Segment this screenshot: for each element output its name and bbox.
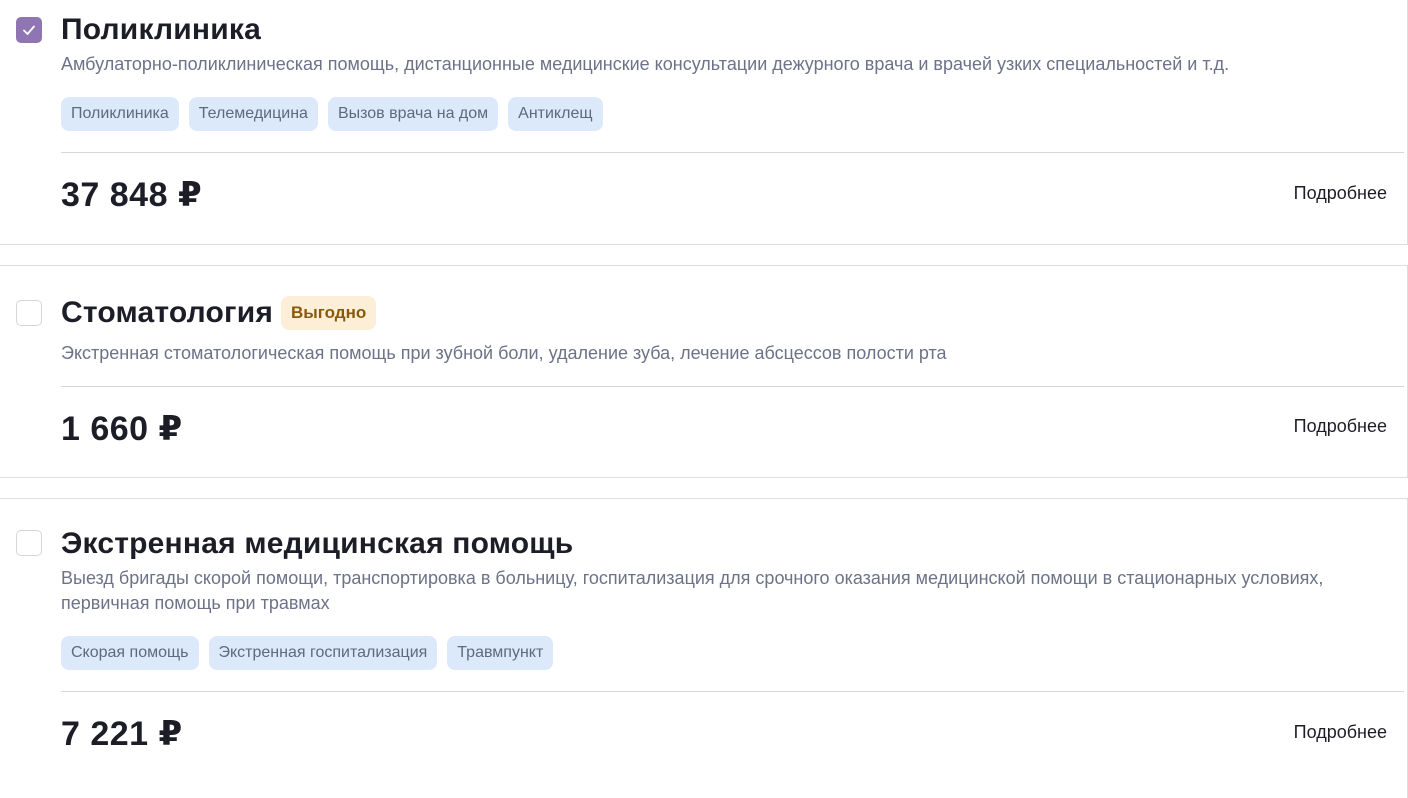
product-description: Выезд бригады скорой помощи, транспортир…: [61, 568, 1324, 613]
product-description: Экстренная стоматологическая помощь при …: [61, 343, 947, 363]
product-title: Поликлиника: [61, 13, 261, 46]
divider: [61, 152, 1404, 153]
product-card-polyclinic: Поликлиника Амбулаторно-поликлиническая …: [0, 0, 1408, 245]
more-link[interactable]: Подробнее: [1294, 181, 1387, 205]
divider: [61, 386, 1404, 387]
product-checkbox[interactable]: [16, 17, 42, 43]
tag[interactable]: Антиклещ: [508, 97, 603, 131]
product-checkbox[interactable]: [16, 300, 42, 326]
product-checkbox[interactable]: [16, 530, 42, 556]
product-title: Стоматология: [61, 296, 274, 329]
tag[interactable]: Вызов врача на дом: [327, 97, 499, 131]
tag[interactable]: Поликлиника: [61, 97, 179, 131]
product-title: Экстренная медицинская помощь: [61, 527, 574, 560]
profit-badge: Выгодно: [281, 296, 377, 330]
tag[interactable]: Скорая помощь: [61, 636, 199, 670]
product-description: Амбулаторно-поликлиническая помощь, дист…: [61, 54, 1230, 74]
product-tags: Скорая помощь Экстренная госпитализация …: [61, 636, 554, 670]
more-link[interactable]: Подробнее: [1294, 720, 1387, 744]
product-price: 1 660 ₽: [61, 410, 183, 448]
product-price: 37 848 ₽: [61, 176, 203, 214]
check-icon: [23, 25, 35, 35]
tag[interactable]: Телемедицина: [188, 97, 318, 131]
product-card-emergency: Экстренная медицинская помощь Выезд бриг…: [0, 498, 1408, 798]
divider: [61, 691, 1404, 692]
tag[interactable]: Экстренная госпитализация: [208, 636, 438, 670]
tag[interactable]: Травмпункт: [447, 636, 554, 670]
product-price: 7 221 ₽: [61, 715, 183, 753]
product-card-dentistry: Стоматология Выгодно Экстренная стоматол…: [0, 265, 1408, 478]
more-link[interactable]: Подробнее: [1294, 414, 1387, 438]
product-tags: Поликлиника Телемедицина Вызов врача на …: [61, 97, 603, 131]
